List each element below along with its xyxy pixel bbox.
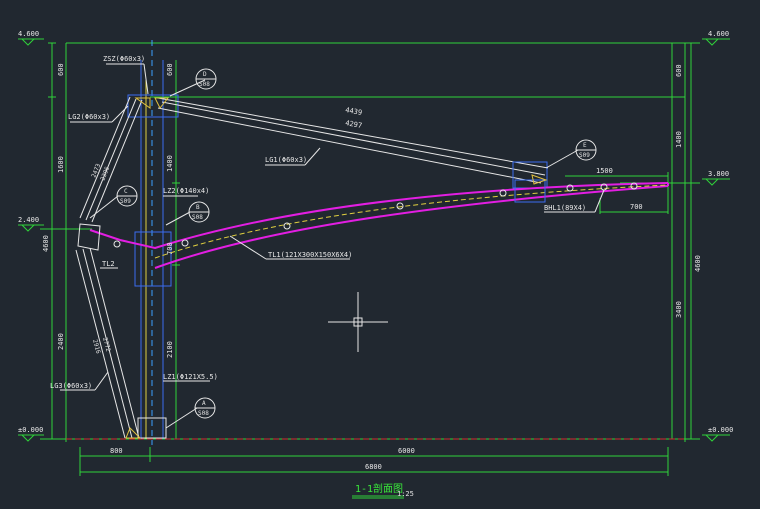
- elev-mid-right: 3.800: [708, 170, 729, 178]
- detail-c-letter: C: [124, 188, 128, 195]
- dim-bottom-right: 6000: [398, 447, 415, 455]
- dim-col-low2: 2100: [166, 341, 174, 358]
- dim-lg1-outer: 4439: [345, 106, 363, 117]
- label-lg3: LG3(Φ60x3): [50, 382, 92, 390]
- detail-d-letter: D: [203, 71, 207, 78]
- drawing-scale: 1:25: [397, 490, 414, 498]
- detail-e-ref: S09: [579, 152, 590, 159]
- cad-canvas[interactable]: 4.600 4.600 2.400 3.800 ±0.000 ±0.000 60…: [0, 0, 760, 509]
- dim-bottom-total: 6800: [365, 463, 382, 471]
- detail-a-ref: S08: [198, 410, 209, 417]
- dim-col-mid: 1400: [166, 155, 174, 172]
- detail-a-letter: A: [202, 400, 206, 407]
- detail-b-ref: S08: [192, 214, 203, 221]
- detail-d-ref: S08: [199, 81, 210, 88]
- dim-right-low: 3400: [675, 301, 683, 318]
- label-lz2: LZ2(Φ140x4): [163, 187, 209, 195]
- elev-mid-left: 2.400: [18, 216, 39, 224]
- dim-right-top: 600: [675, 64, 683, 77]
- dim-col-low1: 700: [166, 242, 174, 255]
- label-tl1: TL1(121X300X150X6X4): [268, 251, 352, 259]
- elev-base-right: ±0.000: [708, 426, 733, 434]
- detail-e-letter: E: [583, 142, 587, 149]
- label-tl2: TL2: [102, 260, 115, 268]
- gussets: [125, 97, 548, 439]
- dim-left-low: 2400: [57, 333, 65, 350]
- elev-base-left: ±0.000: [18, 426, 43, 434]
- cursor-crosshair: [328, 292, 388, 352]
- label-lg1: LG1(Φ60x3): [265, 156, 307, 164]
- drawing-title: 1-1剖面图: [355, 482, 403, 495]
- dim-left-total: 4600: [42, 235, 50, 252]
- detail-b-letter: B: [196, 204, 200, 211]
- dim-right-mid: 1400: [675, 131, 683, 148]
- dim-left-top: 600: [57, 63, 65, 76]
- elev-top-right: 4.600: [708, 30, 729, 38]
- leaders: [60, 63, 605, 391]
- elev-top-left: 4.600: [18, 30, 39, 38]
- detail-c-ref: S09: [120, 198, 131, 205]
- label-lz1: LZ1(Φ121X5.5): [163, 373, 218, 381]
- dim-lg1-inner: 4297: [345, 119, 363, 130]
- dim-left-mid: 1600: [57, 156, 65, 173]
- label-bhl1: BHL1(89X4): [544, 204, 586, 212]
- label-zsz: ZSZ(Φ60x3): [103, 55, 145, 63]
- dim-tl1-tail2: 700: [630, 203, 643, 211]
- label-lg2: LG2(Φ60x3): [68, 113, 110, 121]
- dim-bottom-left: 800: [110, 447, 123, 455]
- dim-tl1-tail: 1500: [596, 167, 613, 175]
- section-drawing: 4.600 4.600 2.400 3.800 ±0.000 ±0.000 60…: [18, 30, 733, 499]
- dim-col-top: 600: [166, 63, 174, 76]
- elevation-markers: [18, 38, 730, 442]
- dim-right-total: 4600: [694, 255, 702, 272]
